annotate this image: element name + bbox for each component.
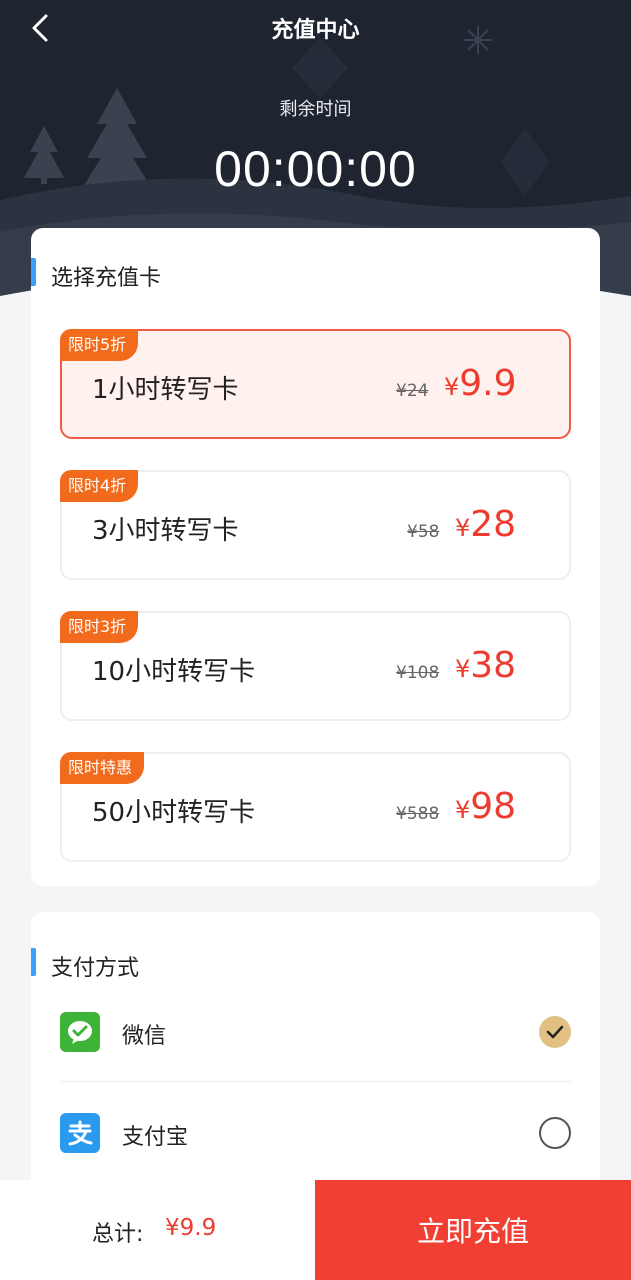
currency-symbol: ¥ <box>455 796 471 824</box>
recharge-card-10h[interactable]: 限时3折 10小时转写卡 ¥108 ¥38 <box>60 611 571 721</box>
wechat-pay-icon <box>60 1012 100 1052</box>
discount-badge: 限时特惠 <box>60 752 145 784</box>
price-value: 28 <box>470 504 517 545</box>
payment-option-wechat[interactable]: 微信 <box>60 1002 571 1062</box>
recharge-now-button[interactable]: 立即充值 <box>315 1180 631 1280</box>
remaining-time-label: 剩余时间 <box>279 99 352 120</box>
card-selection-panel: 选择充值卡 限时5折 1小时转写卡 ¥24 ¥9.9 限时4折 3小时转写卡 ¥… <box>31 228 600 886</box>
radio-unchecked[interactable] <box>539 1117 571 1149</box>
payment-option-label: 微信 <box>122 1024 167 1049</box>
price-value: 38 <box>470 645 517 686</box>
sale-price: ¥9.9 <box>444 363 517 404</box>
currency-symbol: ¥ <box>455 655 471 683</box>
discount-badge: 限时3折 <box>60 611 139 643</box>
section-accent-bar <box>31 258 36 286</box>
checkmark-icon <box>546 1025 564 1039</box>
discount-badge: 限时5折 <box>60 329 139 361</box>
card-name: 50小时转写卡 <box>92 798 256 828</box>
bottom-bar: 总计: ¥9.9 立即充值 <box>0 1180 631 1280</box>
price-value: 9.9 <box>459 363 517 404</box>
sale-price: ¥28 <box>455 504 516 545</box>
countdown-timer: 00:00:00 <box>214 141 417 197</box>
currency-symbol: ¥ <box>444 373 460 401</box>
payment-section-title: 支付方式 <box>51 956 140 981</box>
sale-price: ¥38 <box>455 645 516 686</box>
card-section-title: 选择充值卡 <box>51 266 162 291</box>
payment-option-alipay[interactable]: 支付宝 <box>60 1103 571 1163</box>
price-value: 98 <box>470 786 517 827</box>
radio-checked[interactable] <box>539 1016 571 1048</box>
discount-badge: 限时4折 <box>60 470 139 502</box>
original-price: ¥108 <box>396 663 440 683</box>
payment-method-panel: 支付方式 微信 支付宝 <box>31 912 600 1202</box>
card-name: 10小时转写卡 <box>92 657 256 687</box>
original-price: ¥24 <box>396 381 429 401</box>
sale-price: ¥98 <box>455 786 516 827</box>
page-title: 充值中心 <box>271 18 360 43</box>
original-price: ¥588 <box>396 804 440 824</box>
recharge-card-3h[interactable]: 限时4折 3小时转写卡 ¥58 ¥28 <box>60 470 571 580</box>
original-price: ¥58 <box>407 522 440 542</box>
divider <box>60 1081 571 1082</box>
card-name: 1小时转写卡 <box>92 375 239 405</box>
card-name: 3小时转写卡 <box>92 516 239 546</box>
currency-symbol: ¥ <box>455 514 471 542</box>
payment-option-label: 支付宝 <box>122 1125 189 1150</box>
section-accent-bar <box>31 948 36 976</box>
alipay-icon <box>60 1113 100 1153</box>
recharge-card-50h[interactable]: 限时特惠 50小时转写卡 ¥588 ¥98 <box>60 752 571 862</box>
total-label: 总计: <box>92 1222 144 1247</box>
total-value: ¥9.9 <box>165 1215 217 1241</box>
recharge-card-1h[interactable]: 限时5折 1小时转写卡 ¥24 ¥9.9 <box>60 329 571 439</box>
